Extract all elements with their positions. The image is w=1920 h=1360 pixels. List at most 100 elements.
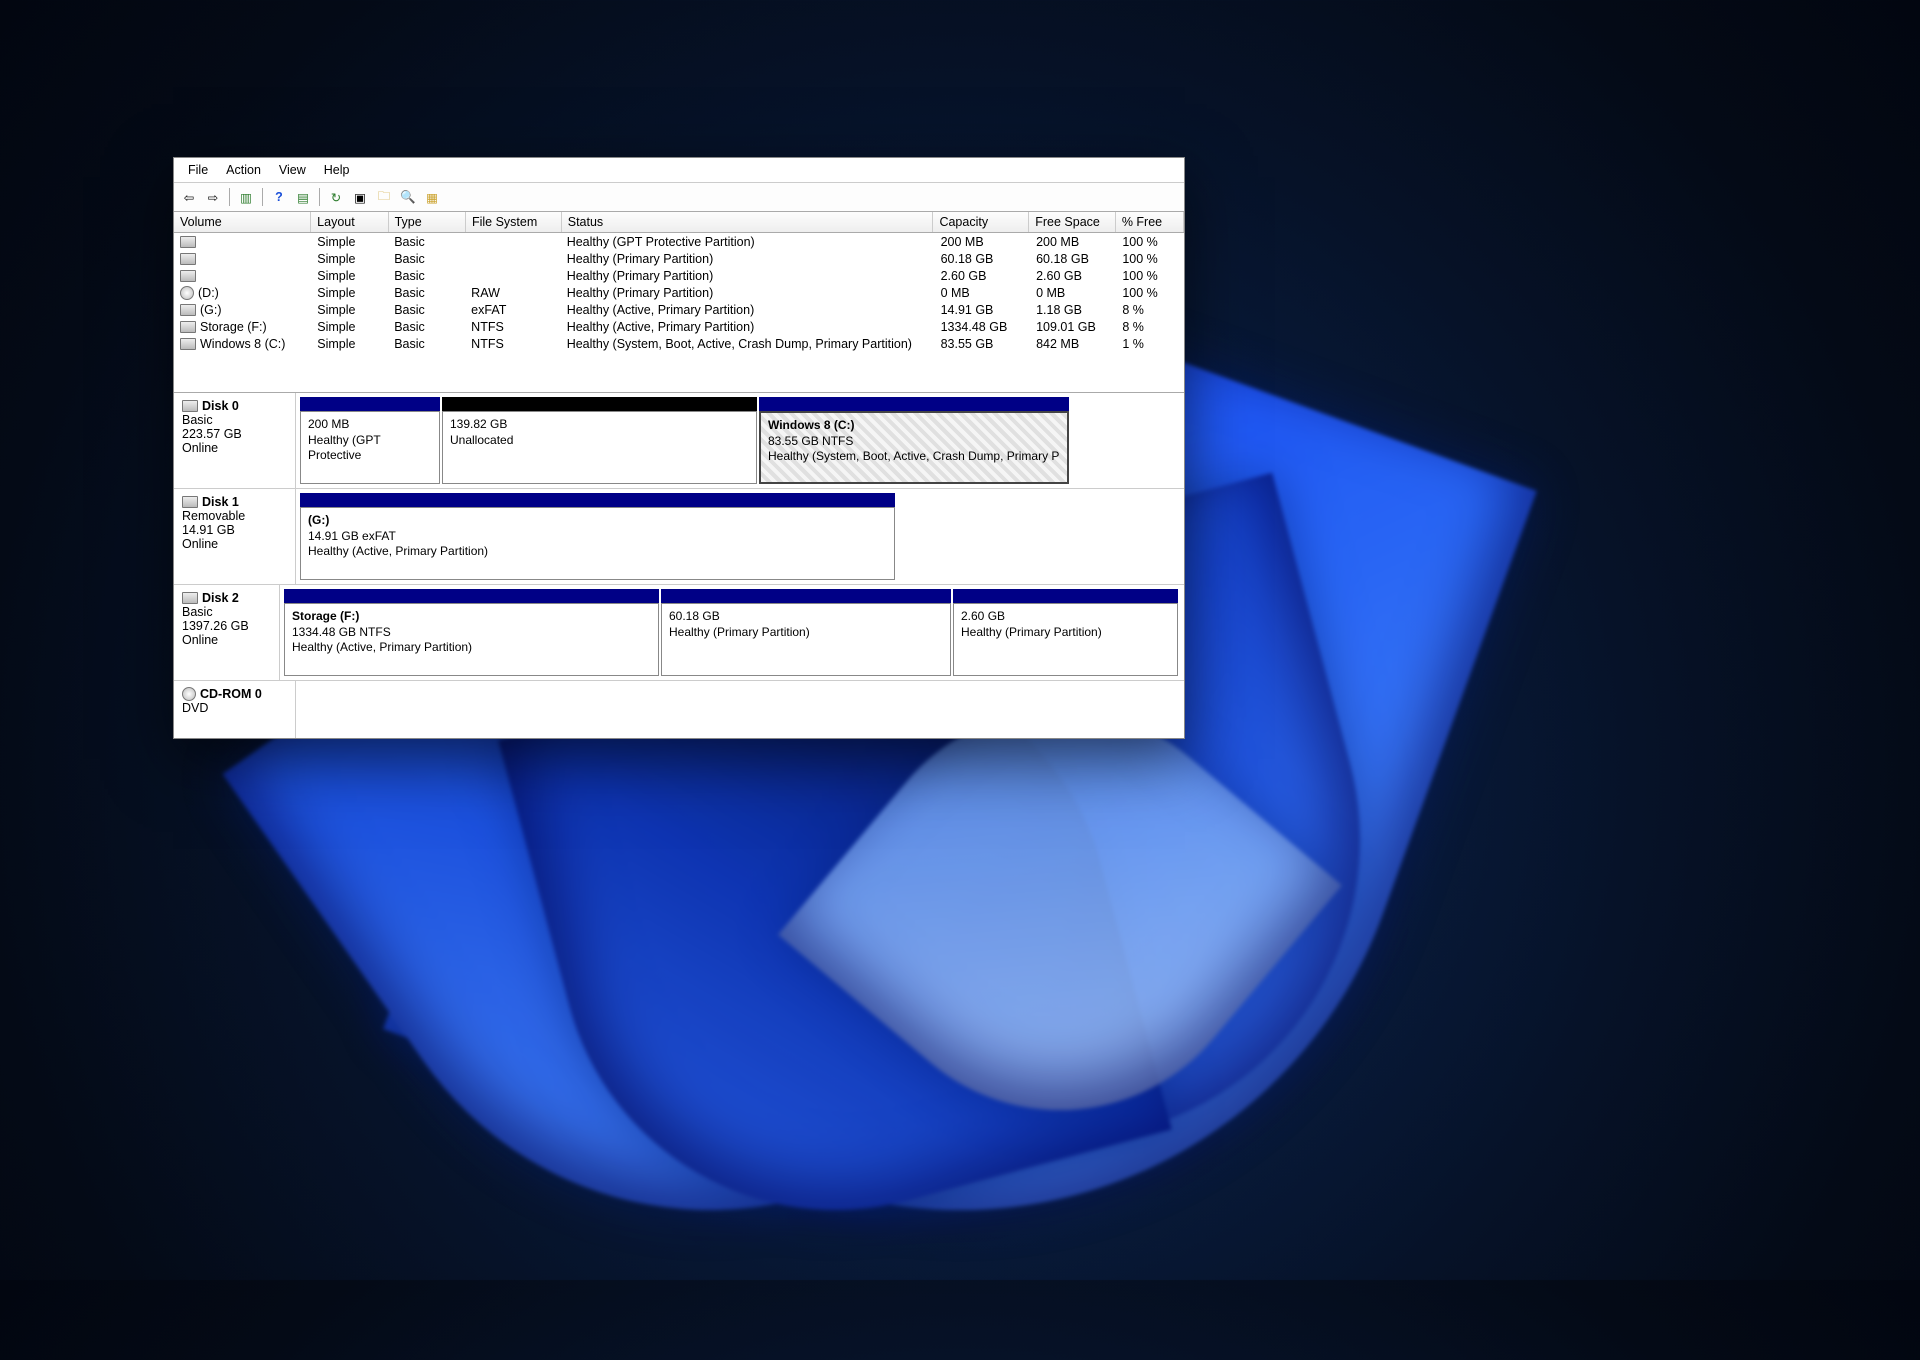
volume-type: Basic [388, 337, 465, 351]
partition-status: Healthy (System, Boot, Active, Crash Dum… [768, 449, 1060, 465]
menu-view[interactable]: View [271, 161, 314, 179]
volume-status: Healthy (Active, Primary Partition) [561, 320, 935, 334]
partition-body: (G:)14.91 GB exFATHealthy (Active, Prima… [300, 507, 895, 580]
col-capacity[interactable]: Capacity [933, 212, 1029, 232]
magnifier-icon: 🔍 [400, 190, 416, 205]
open-button[interactable]: 🗀 [373, 186, 395, 208]
volume-status: Healthy (Primary Partition) [561, 286, 935, 300]
volume-name: Storage (F:) [200, 320, 267, 334]
partition-header-bar [953, 589, 1178, 603]
toolbar-separator [262, 188, 263, 206]
volume-layout: Simple [311, 303, 388, 317]
forward-button[interactable]: ⇨ [202, 186, 224, 208]
disk-partitions: Storage (F:)1334.48 GB NTFSHealthy (Acti… [280, 585, 1184, 680]
col-volume[interactable]: Volume [174, 212, 311, 232]
properties-button[interactable]: ▤ [292, 186, 314, 208]
refresh-button[interactable]: ↻ [325, 186, 347, 208]
partition-header-bar [661, 589, 951, 603]
search-button[interactable]: 🔍 [397, 186, 419, 208]
col-free-space[interactable]: Free Space [1029, 212, 1116, 232]
volume-status: Healthy (Primary Partition) [561, 252, 935, 266]
partition-status: Healthy (Active, Primary Partition) [292, 640, 651, 656]
partition-body: 2.60 GBHealthy (Primary Partition) [953, 603, 1178, 676]
volume-row[interactable]: Windows 8 (C:)SimpleBasicNTFSHealthy (Sy… [174, 335, 1184, 352]
partition-status: Unallocated [450, 433, 749, 449]
volume-capacity: 2.60 GB [935, 269, 1031, 283]
disk-info-panel[interactable]: CD-ROM 0DVD [174, 681, 296, 738]
partition-body: 200 MBHealthy (GPT Protective [300, 411, 440, 484]
help-button[interactable]: ? [268, 186, 290, 208]
volume-row[interactable]: (D:)SimpleBasicRAWHealthy (Primary Parti… [174, 284, 1184, 301]
settings-button[interactable]: ▦ [421, 186, 443, 208]
disk-icon [182, 400, 198, 412]
col-status[interactable]: Status [562, 212, 934, 232]
volume-type: Basic [388, 252, 465, 266]
disk-info-panel[interactable]: Disk 1Removable14.91 GBOnline [174, 489, 296, 584]
rescan-button[interactable]: ▣ [349, 186, 371, 208]
volume-list-header: Volume Layout Type File System Status Ca… [174, 212, 1184, 233]
volume-status: Healthy (GPT Protective Partition) [561, 235, 935, 249]
partition-body: Windows 8 (C:)83.55 GB NTFSHealthy (Syst… [759, 411, 1069, 484]
partition-status: Healthy (Primary Partition) [961, 625, 1170, 641]
volume-row[interactable]: (G:)SimpleBasicexFATHealthy (Active, Pri… [174, 301, 1184, 318]
col-layout[interactable]: Layout [311, 212, 388, 232]
partition-detail: 14.91 GB exFAT [308, 529, 887, 545]
volume-percent: 8 % [1116, 320, 1184, 334]
disk-info-panel[interactable]: Disk 0Basic223.57 GBOnline [174, 393, 296, 488]
volume-free: 0 MB [1030, 286, 1116, 300]
partition[interactable]: 200 MBHealthy (GPT Protective [300, 397, 440, 484]
back-button[interactable]: ⇦ [178, 186, 200, 208]
volume-row[interactable]: SimpleBasicHealthy (Primary Partition)60… [174, 250, 1184, 267]
tree-pane-icon: ▥ [240, 190, 252, 205]
disk-state: Online [182, 441, 287, 455]
menu-file[interactable]: File [180, 161, 216, 179]
volume-icon [180, 286, 194, 300]
partition[interactable]: 60.18 GBHealthy (Primary Partition) [661, 589, 951, 676]
partition[interactable]: Windows 8 (C:)83.55 GB NTFSHealthy (Syst… [759, 397, 1069, 484]
volume-type: Basic [388, 286, 465, 300]
volume-free: 2.60 GB [1030, 269, 1116, 283]
volume-icon [180, 304, 196, 316]
volume-free: 1.18 GB [1030, 303, 1116, 317]
partition-title: (G:) [308, 513, 887, 529]
volume-layout: Simple [311, 235, 388, 249]
volume-name: (G:) [200, 303, 222, 317]
partition-status: Healthy (GPT Protective [308, 433, 432, 464]
partition[interactable]: 2.60 GBHealthy (Primary Partition) [953, 589, 1178, 676]
disk-type: Removable [182, 509, 287, 523]
disk-row: Disk 2Basic1397.26 GBOnlineStorage (F:)1… [174, 585, 1184, 681]
partition-detail: 1334.48 GB NTFS [292, 625, 651, 641]
show-hide-tree-button[interactable]: ▥ [235, 186, 257, 208]
disk-type: DVD [182, 701, 287, 715]
partition-status: Healthy (Primary Partition) [669, 625, 943, 641]
disk-icon [182, 592, 198, 604]
volume-percent: 100 % [1116, 235, 1184, 249]
volume-row[interactable]: SimpleBasicHealthy (Primary Partition)2.… [174, 267, 1184, 284]
volume-row[interactable]: Storage (F:)SimpleBasicNTFSHealthy (Acti… [174, 318, 1184, 335]
toolbar-separator [319, 188, 320, 206]
disk-partitions [296, 681, 1184, 738]
partition[interactable]: Storage (F:)1334.48 GB NTFSHealthy (Acti… [284, 589, 659, 676]
col-file-system[interactable]: File System [466, 212, 562, 232]
disk-scan-icon: ▣ [354, 190, 366, 205]
menu-action[interactable]: Action [218, 161, 269, 179]
volume-fs: NTFS [465, 320, 561, 334]
disk-state: Online [182, 633, 271, 647]
menu-help[interactable]: Help [316, 161, 358, 179]
partition-status: Healthy (Active, Primary Partition) [308, 544, 887, 560]
volume-free: 60.18 GB [1030, 252, 1116, 266]
volume-row[interactable]: SimpleBasic Healthy (GPT Protective Parti… [174, 233, 1184, 250]
volume-type: Basic [388, 235, 465, 249]
disk-partitions: (G:)14.91 GB exFATHealthy (Active, Prima… [296, 489, 1184, 584]
partition[interactable]: (G:)14.91 GB exFATHealthy (Active, Prima… [300, 493, 895, 580]
volume-status: Healthy (Primary Partition) [561, 269, 935, 283]
disk-info-panel[interactable]: Disk 2Basic1397.26 GBOnline [174, 585, 280, 680]
volume-type: Basic [388, 320, 465, 334]
volume-capacity: 14.91 GB [935, 303, 1031, 317]
col-percent-free[interactable]: % Free [1116, 212, 1184, 232]
volume-free: 109.01 GB [1030, 320, 1116, 334]
disk-size: 14.91 GB [182, 523, 287, 537]
col-type[interactable]: Type [389, 212, 466, 232]
volume-layout: Simple [311, 269, 388, 283]
partition[interactable]: 139.82 GBUnallocated [442, 397, 757, 484]
